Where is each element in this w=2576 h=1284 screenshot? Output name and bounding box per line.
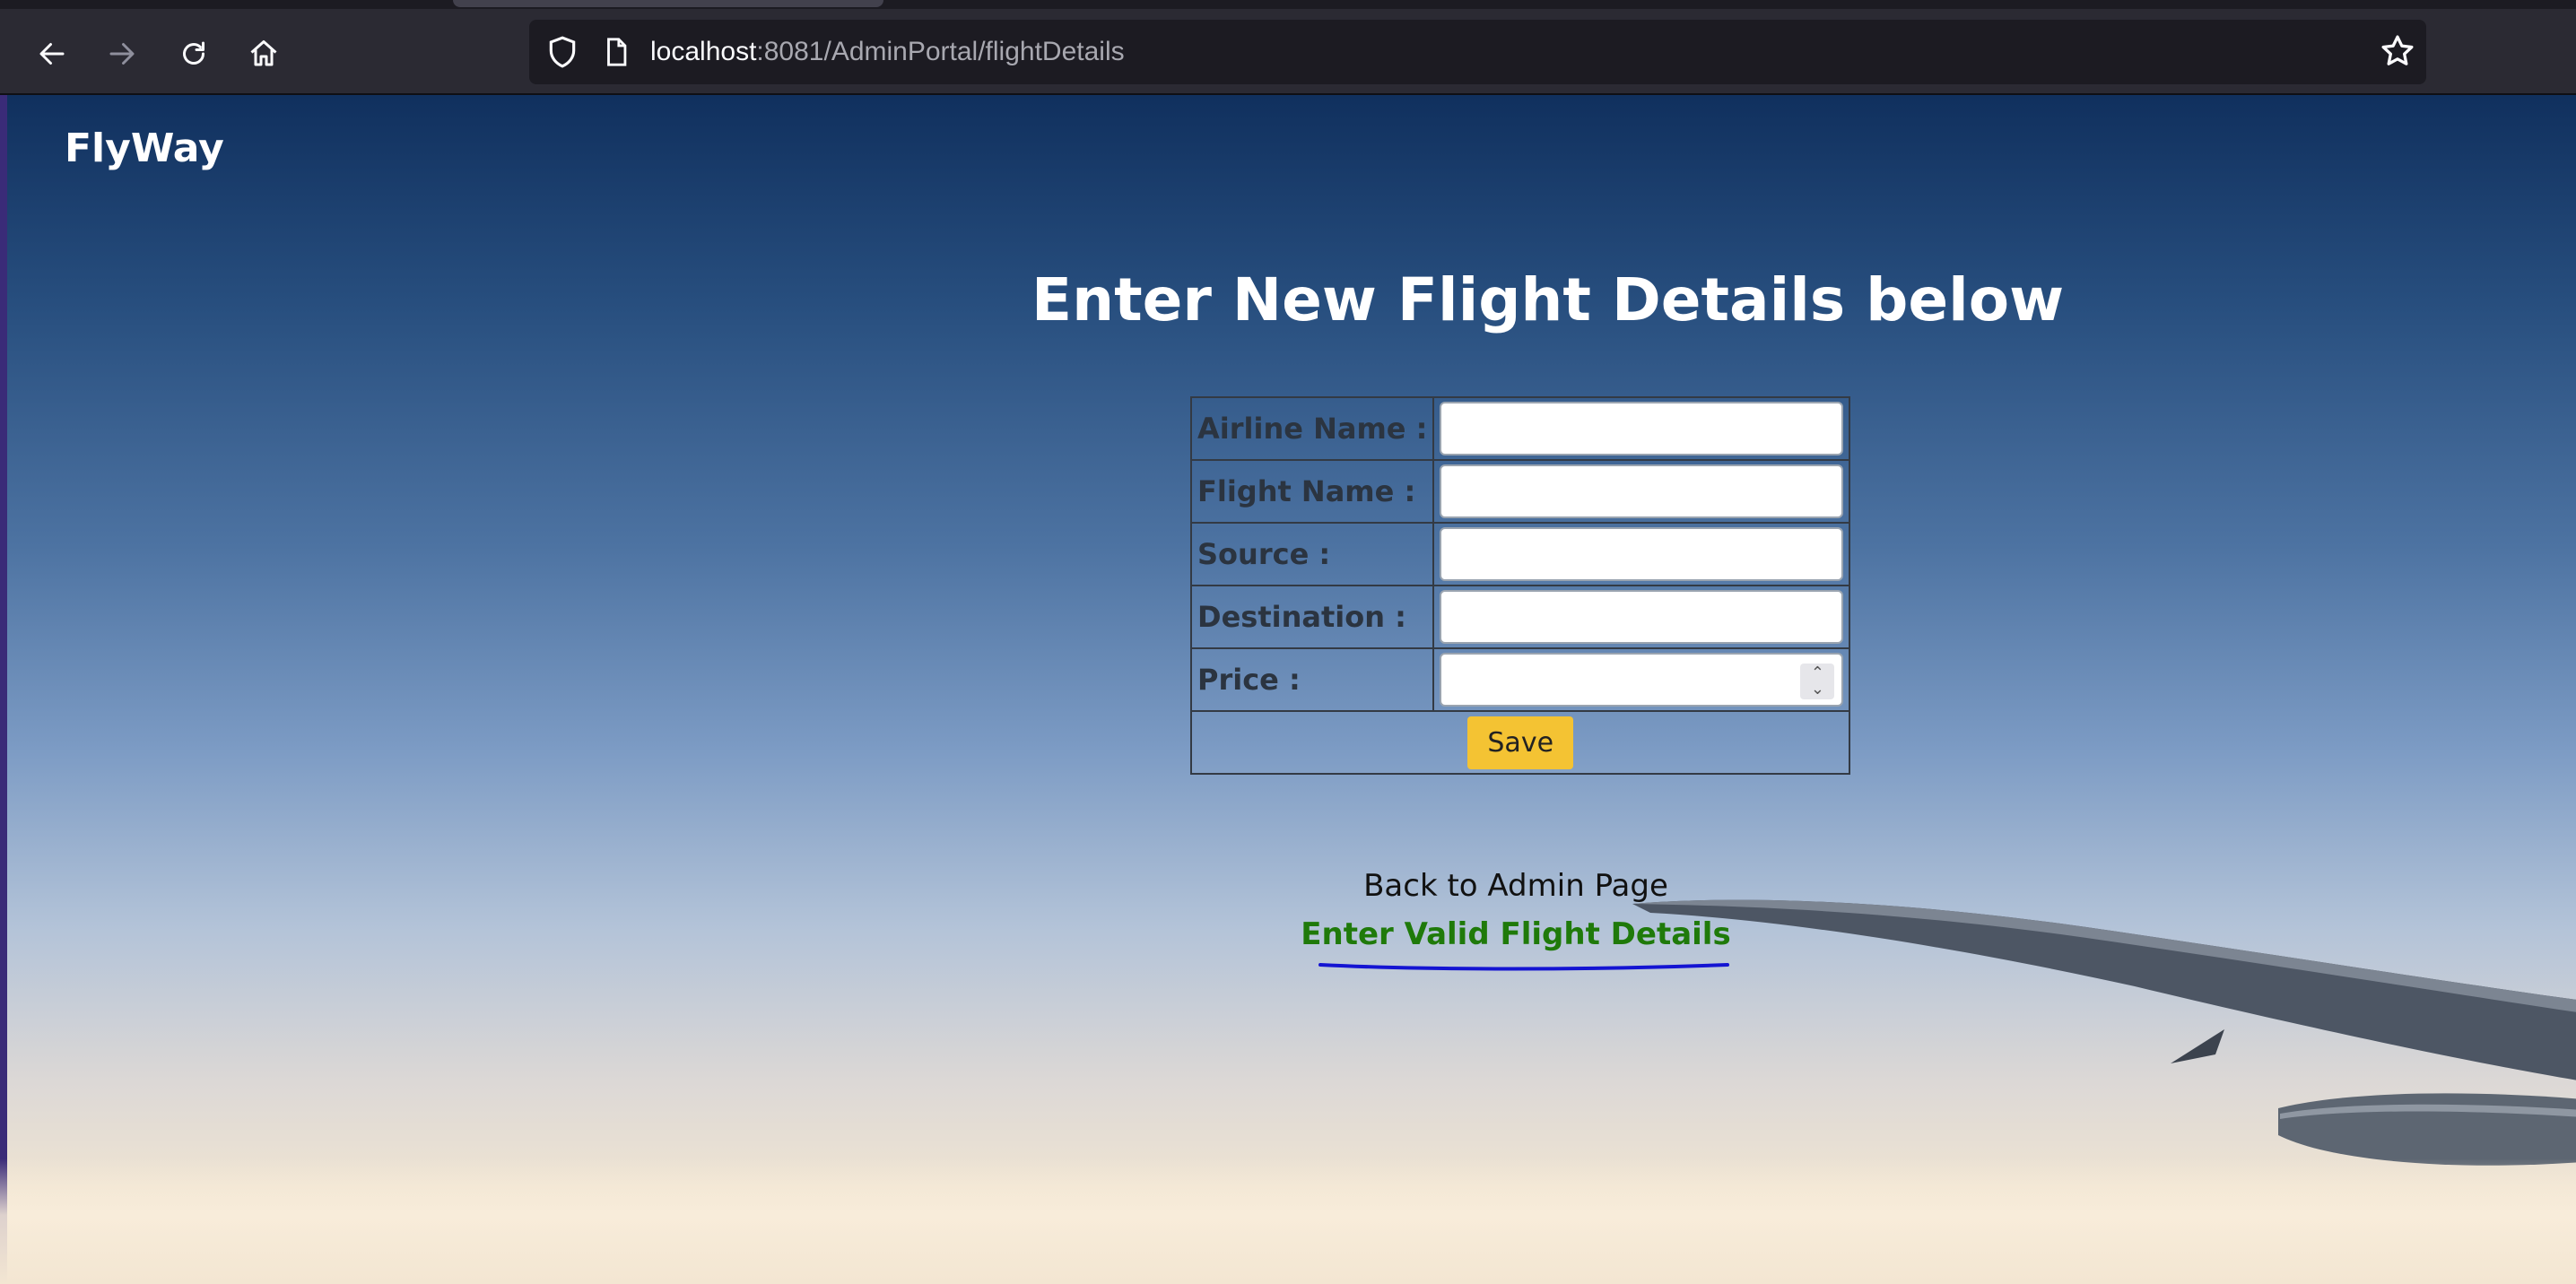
source-input[interactable] — [1440, 527, 1844, 581]
airline-name-input[interactable] — [1440, 402, 1844, 455]
flight-name-label: Flight Name : — [1189, 459, 1435, 524]
page-viewport: FlyWay Enter New Flight Details below Ai… — [0, 95, 2576, 1284]
form-row-airline: Airline Name : — [1189, 396, 1851, 461]
form-row-flight: Flight Name : — [1189, 459, 1851, 524]
flight-details-form: Airline Name : Flight Name : Source : De… — [1189, 396, 1851, 775]
page-icon[interactable] — [601, 34, 631, 70]
url-text[interactable]: localhost:8081/AdminPortal/flightDetails — [650, 20, 1125, 84]
url-host: localhost — [650, 37, 757, 66]
tab-strip — [0, 0, 2576, 9]
back-arrow-icon — [39, 43, 65, 65]
bookmark-star-icon[interactable] — [2380, 32, 2415, 70]
form-row-save: Save — [1189, 710, 1851, 775]
reload-button[interactable] — [167, 27, 221, 81]
page-title: Enter New Flight Details below — [1031, 265, 2065, 334]
save-button[interactable]: Save — [1467, 716, 1574, 769]
shield-icon[interactable] — [545, 34, 579, 70]
active-tab[interactable] — [453, 0, 883, 7]
forward-arrow-icon — [109, 43, 135, 65]
flight-name-input[interactable] — [1440, 464, 1844, 518]
url-path: :8081/AdminPortal/flightDetails — [756, 37, 1125, 66]
brand-logo[interactable]: FlyWay — [65, 126, 224, 171]
destination-label: Destination : — [1189, 585, 1435, 649]
price-input[interactable]: ⌃ ⌄ — [1440, 653, 1844, 707]
forward-button[interactable] — [95, 27, 149, 81]
source-label: Source : — [1189, 522, 1435, 586]
back-button[interactable] — [25, 27, 79, 81]
back-to-admin-link[interactable]: Back to Admin Page — [1166, 868, 1866, 904]
airline-name-label: Airline Name : — [1189, 396, 1435, 461]
validation-message: Enter Valid Flight Details — [1301, 916, 1731, 952]
form-row-price: Price : ⌃ ⌄ — [1189, 647, 1851, 712]
form-row-source: Source : — [1189, 522, 1851, 586]
number-spinner[interactable]: ⌃ ⌄ — [1800, 664, 1835, 699]
home-icon — [250, 40, 277, 66]
airplane-wing-image — [1632, 899, 2576, 1166]
price-label: Price : — [1189, 647, 1435, 712]
spin-down-icon[interactable]: ⌄ — [1811, 681, 1824, 698]
cloud-layer — [0, 1158, 2576, 1284]
url-bar[interactable]: localhost:8081/AdminPortal/flightDetails — [529, 20, 2426, 84]
reload-icon — [183, 41, 205, 65]
annotation-underline — [1318, 963, 1729, 971]
home-button[interactable] — [237, 27, 291, 81]
destination-input[interactable] — [1440, 590, 1844, 644]
form-row-destination: Destination : — [1189, 585, 1851, 649]
window-edge — [0, 95, 7, 1284]
browser-toolbar: localhost:8081/AdminPortal/flightDetails — [0, 0, 2576, 95]
